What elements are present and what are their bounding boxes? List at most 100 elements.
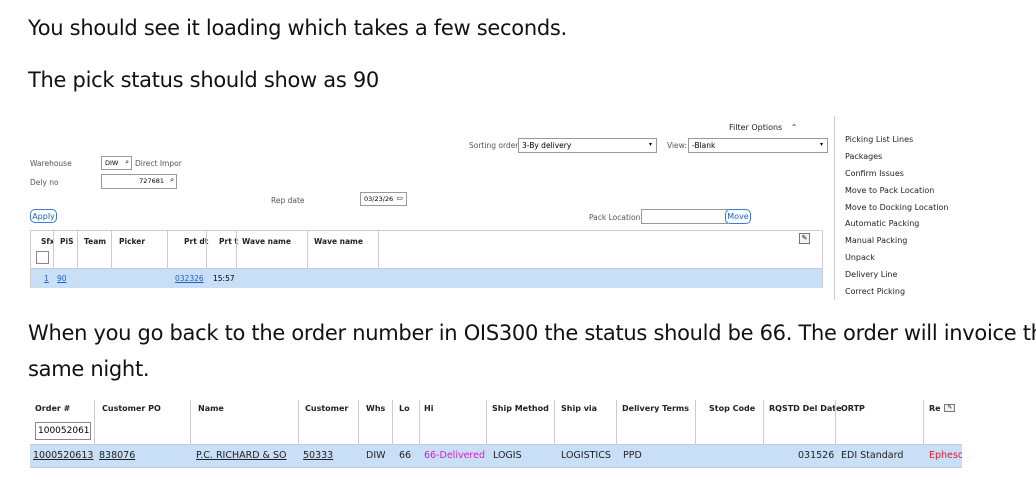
rep-date-input[interactable]: 03/23/26 ▭: [360, 192, 407, 206]
rep-date-label: Rep date: [271, 196, 305, 205]
col-stop-code[interactable]: Stop Code: [709, 404, 755, 413]
instruction-invoice-night: same night.: [28, 357, 150, 381]
row-customer-link[interactable]: 50333: [303, 450, 333, 461]
col-divider: [486, 400, 487, 444]
row-pis-link[interactable]: 90: [57, 274, 67, 283]
col-wave-name-2[interactable]: Wave name: [311, 231, 366, 268]
col-divider: [835, 400, 836, 444]
col-ship-via[interactable]: Ship via: [561, 404, 597, 413]
row-sfx-link[interactable]: 1: [44, 274, 49, 283]
row-ship-via: LOGISTICS: [561, 450, 611, 461]
dely-no-label: Dely no: [30, 178, 59, 187]
menu-correct-picking[interactable]: Correct Picking: [845, 287, 905, 296]
col-lo[interactable]: Lo: [399, 404, 410, 413]
menu-confirm-issues[interactable]: Confirm Issues: [845, 169, 904, 178]
row-customer-po-link[interactable]: 838076: [99, 450, 135, 461]
col-ortp[interactable]: ORTP: [841, 404, 865, 413]
pack-location-input[interactable]: [641, 209, 728, 224]
row-rqstd-del-date: 031526: [798, 450, 835, 461]
col-delivery-terms[interactable]: Delivery Terms: [622, 404, 689, 413]
row-name-link[interactable]: P.C. RICHARD & SO: [196, 450, 287, 461]
row-order-link[interactable]: 1000520613: [33, 450, 93, 461]
col-divider: [616, 400, 617, 444]
col-name[interactable]: Name: [198, 404, 224, 413]
menu-separator: [834, 116, 835, 300]
sorting-order-select[interactable]: 3-By delivery ▾: [518, 138, 657, 153]
menu-move-to-docking-location[interactable]: Move to Docking Location: [845, 203, 948, 212]
col-divider: [419, 400, 420, 444]
filter-options-toggle[interactable]: Filter Options ⌃: [729, 123, 797, 132]
menu-delivery-line[interactable]: Delivery Line: [845, 270, 897, 279]
col-picker[interactable]: Picker: [116, 231, 148, 268]
col-re-label: Re: [929, 404, 941, 413]
col-divider: [695, 400, 696, 444]
apply-button[interactable]: Apply: [30, 209, 57, 223]
instruction-loading: You should see it loading which takes a …: [28, 16, 567, 40]
view-select[interactable]: -Blank ▾: [688, 138, 828, 153]
warehouse-description: Direct Impor: [135, 159, 182, 168]
col-wave-name-1[interactable]: Wave name: [239, 231, 294, 268]
sorting-order-label: Sorting order:: [469, 141, 521, 150]
col-rqstd-del-date[interactable]: RQSTD Del Date: [769, 404, 842, 413]
col-pis[interactable]: PiS: [57, 231, 76, 268]
filter-checkbox[interactable]: [36, 251, 49, 264]
menu-unpack[interactable]: Unpack: [845, 253, 875, 262]
menu-packages[interactable]: Packages: [845, 152, 882, 161]
col-divider: [923, 400, 924, 444]
row-ship-method: LOGIS: [493, 450, 522, 461]
dely-no-value: 727681: [139, 177, 164, 185]
col-hi[interactable]: Hi: [424, 404, 433, 413]
search-icon[interactable]: ⌕: [125, 158, 129, 167]
caret-down-icon: ▾: [819, 141, 823, 148]
pick-list-grid: Sfx PiS Team Picker Prt dt Prt t Wave na…: [30, 230, 823, 288]
warehouse-input[interactable]: DIW ⌕: [101, 156, 132, 170]
col-divider: [392, 400, 393, 444]
row-prt-t: 15:57: [213, 274, 235, 283]
col-prt-t[interactable]: Prt t: [216, 231, 241, 268]
move-button[interactable]: Move: [725, 209, 751, 224]
col-re[interactable]: Re ✎: [929, 404, 956, 413]
row-divider: [30, 467, 962, 468]
chevron-up-icon: ⌃: [790, 123, 798, 132]
col-team[interactable]: Team: [81, 231, 109, 268]
menu-manual-packing[interactable]: Manual Packing: [845, 236, 907, 245]
col-divider: [94, 400, 95, 444]
caret-down-icon: ▾: [648, 141, 652, 148]
edit-icon[interactable]: ✎: [799, 233, 810, 244]
warehouse-label: Warehouse: [30, 159, 72, 168]
edit-icon[interactable]: ✎: [944, 404, 956, 412]
dely-no-input[interactable]: 727681 ⌕: [101, 174, 177, 189]
col-customer[interactable]: Customer: [305, 404, 348, 413]
rep-date-value: 03/23/26: [364, 195, 394, 203]
col-customer-po[interactable]: Customer PO: [102, 404, 161, 413]
row-re: Epheso: [929, 450, 962, 461]
pick-list-screenshot: Filter Options ⌃ Sorting order: 3-By del…: [28, 116, 1028, 302]
row-lo: 66: [399, 450, 412, 461]
sorting-order-value: 3-By delivery: [522, 141, 572, 150]
col-order-number[interactable]: Order #: [35, 404, 70, 413]
calendar-icon[interactable]: ▭: [396, 194, 403, 202]
col-divider: [190, 400, 191, 444]
menu-move-to-pack-location[interactable]: Move to Pack Location: [845, 186, 934, 195]
table-row[interactable]: 1 90 032326 15:57: [31, 269, 822, 288]
filter-options-label: Filter Options: [729, 123, 783, 132]
instruction-order-status: When you go back to the order number in …: [28, 321, 1036, 345]
grid-header: Sfx PiS Team Picker Prt dt Prt t Wave na…: [31, 231, 822, 269]
search-icon[interactable]: ⌕: [170, 176, 174, 185]
order-list-screenshot: Order # Customer PO Name Customer Whs Lo…: [30, 400, 962, 480]
menu-automatic-packing[interactable]: Automatic Packing: [845, 219, 919, 228]
view-label: View:: [667, 141, 687, 150]
col-ship-method[interactable]: Ship Method: [492, 404, 549, 413]
col-divider: [763, 400, 764, 444]
instruction-pick-status: The pick status should show as 90: [28, 68, 379, 92]
row-status-delivered: 66-Delivered: [424, 450, 485, 461]
row-delivery-terms: PPD: [623, 450, 642, 461]
warehouse-value: DIW: [105, 159, 119, 167]
col-whs[interactable]: Whs: [366, 404, 385, 413]
col-divider: [554, 400, 555, 444]
order-number-filter-input[interactable]: 1000520613: [35, 422, 91, 440]
col-divider: [358, 400, 359, 444]
menu-picking-list-lines[interactable]: Picking List Lines: [845, 135, 913, 144]
pack-location-label: Pack Location: [589, 213, 641, 222]
row-prt-dt-link[interactable]: 032326: [175, 274, 204, 283]
